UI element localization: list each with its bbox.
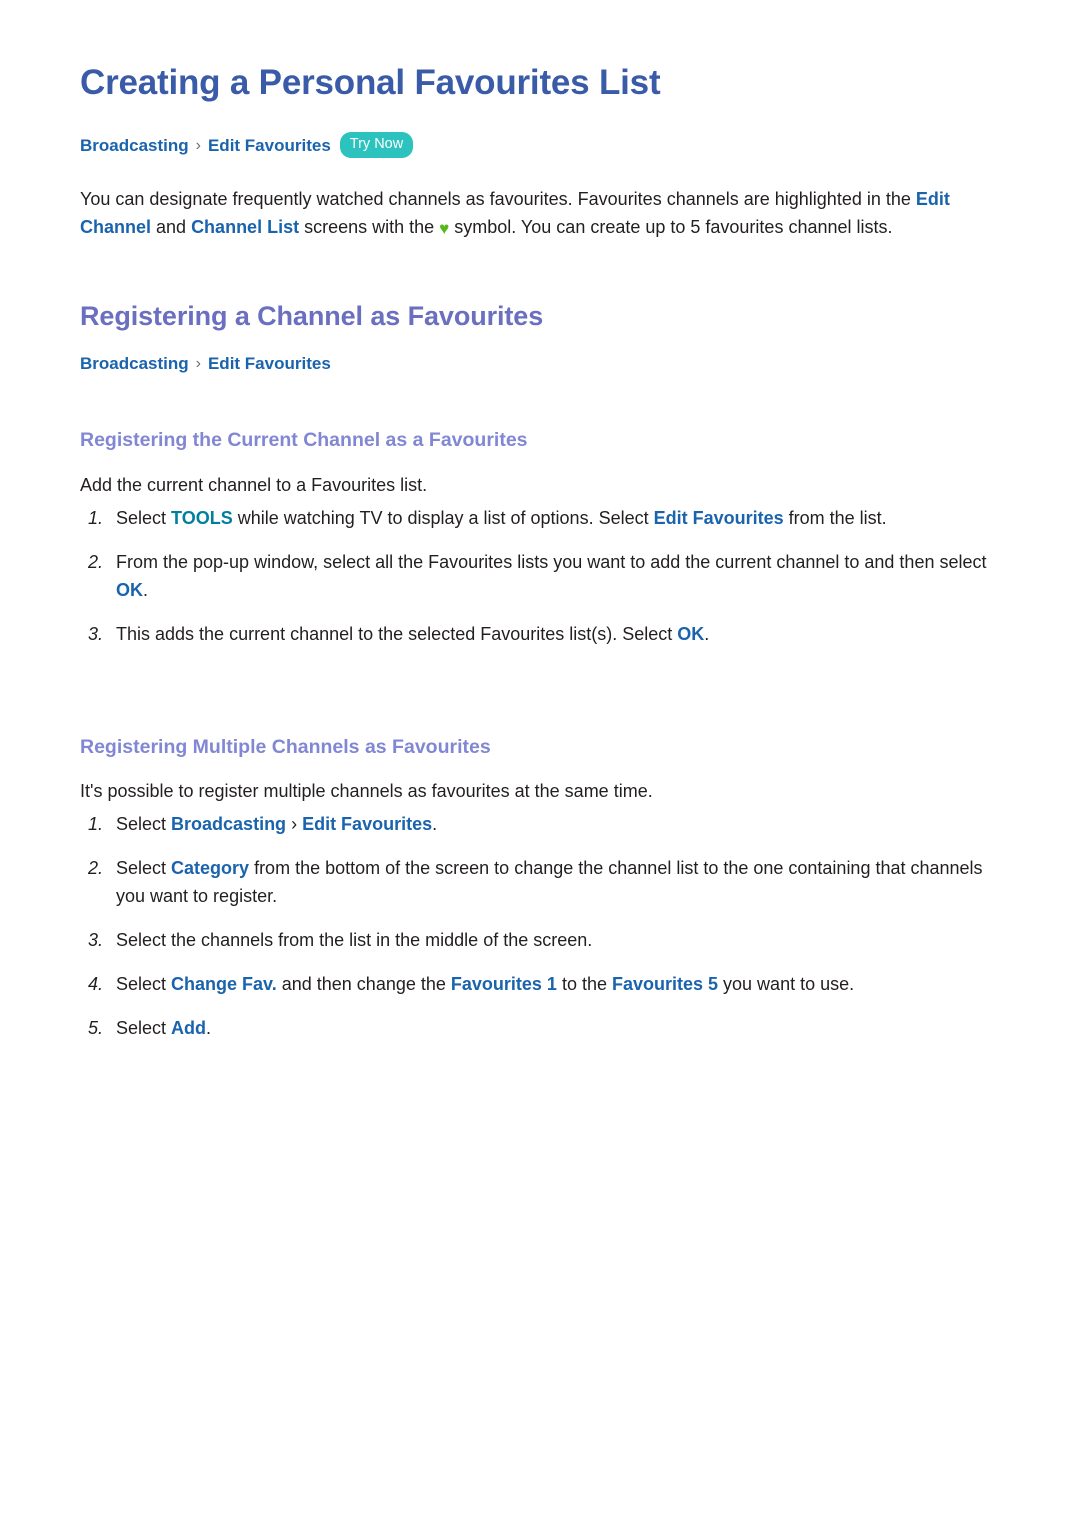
keyword-ok: OK xyxy=(677,623,705,644)
step-text: Select Broadcasting › Edit Favourites. xyxy=(116,811,992,839)
step-text: Select the channels from the list in the… xyxy=(116,927,992,955)
step-text-run: and then change the xyxy=(276,974,451,995)
step-number: 4. xyxy=(88,974,104,995)
step-text-run: › xyxy=(286,814,303,835)
breadcrumb-section: Broadcasting › Edit Favourites xyxy=(80,352,1000,376)
step-text-run: . xyxy=(143,579,149,600)
keyword-change-fav: Change Fav. xyxy=(171,974,277,995)
step-text-run: . xyxy=(432,814,438,835)
step-text-run: Select xyxy=(116,974,172,995)
step-text: Select Change Fav. and then change the F… xyxy=(116,971,992,999)
step-number: 1. xyxy=(88,814,104,835)
breadcrumb-separator-icon-2: › xyxy=(195,355,201,373)
keyword-add: Add xyxy=(171,1017,207,1038)
list-item: 1. Select TOOLS while watching TV to disp… xyxy=(80,505,1000,533)
intro-text-part3: screens with the xyxy=(299,217,440,238)
page-title: Creating a Personal Favourites List xyxy=(80,63,661,102)
step-number: 2. xyxy=(88,858,104,879)
step-text: From the pop-up window, select all the F… xyxy=(116,549,992,605)
intro-text-part4: symbol. You can create up to 5 favourite… xyxy=(449,217,893,238)
list-item: 2. From the pop-up window, select all the… xyxy=(80,549,1000,605)
step-text: Select Add. xyxy=(116,1015,992,1043)
intro-paragraph: You can designate frequently watched cha… xyxy=(80,185,992,242)
section-heading-registering-channel: Registering a Channel as Favourites xyxy=(80,301,544,332)
step-text-run: Select xyxy=(116,814,172,835)
keyword-ok: OK xyxy=(116,579,143,600)
step-text-run: . xyxy=(206,1017,212,1038)
breadcrumb-separator-icon: › xyxy=(195,136,201,154)
step-text-run: from the list. xyxy=(783,508,887,529)
heart-icon: ♥ xyxy=(439,219,450,239)
breadcrumb-item-broadcasting-2[interactable]: Broadcasting xyxy=(80,352,189,376)
step-number: 2. xyxy=(88,551,104,572)
keyword-channel-list: Channel List xyxy=(191,217,300,238)
step-text-run: you want to use. xyxy=(718,974,855,995)
keyword-broadcasting: Broadcasting xyxy=(171,814,287,835)
subsection-heading-current-channel: Registering the Current Channel as a Fav… xyxy=(80,429,528,452)
step-text-run: From the pop-up window, select all the F… xyxy=(116,551,987,572)
list-item: 2. Select Category from the bottom of the… xyxy=(80,855,1000,911)
keyword-favourites-5: Favourites 5 xyxy=(611,974,719,995)
subsection-heading-multiple-channels: Registering Multiple Channels as Favouri… xyxy=(80,735,491,758)
steps-list-multiple-channels: 1. Select Broadcasting › Edit Favourites.… xyxy=(80,811,1000,1042)
try-now-badge[interactable]: Try Now xyxy=(339,132,414,158)
step-text-run: . xyxy=(704,623,710,644)
keyword-edit-favourites: Edit Favourites xyxy=(302,814,433,835)
step-number: 3. xyxy=(88,623,104,644)
list-item: 5. Select Add. xyxy=(80,1015,1000,1043)
keyword-tools: TOOLS xyxy=(171,508,233,529)
keyword-category: Category xyxy=(171,858,250,879)
step-text-run: Select the channels from the list in the… xyxy=(116,930,593,951)
subsection2-intro: It's possible to register multiple chann… xyxy=(80,781,653,802)
breadcrumb-item-edit-favourites[interactable]: Edit Favourites xyxy=(208,134,331,158)
keyword-favourites-1: Favourites 1 xyxy=(450,974,557,995)
step-text-run: Select xyxy=(116,858,172,879)
step-number: 3. xyxy=(88,930,104,951)
intro-text-part1: You can designate frequently watched cha… xyxy=(80,188,916,209)
document-page: Creating a Personal Favourites List Broa… xyxy=(0,0,1080,1527)
step-text: Select TOOLS while watching TV to displa… xyxy=(116,505,992,533)
step-text: This adds the current channel to the sel… xyxy=(116,621,992,649)
breadcrumb-top: Broadcasting › Edit Favourites Try Now xyxy=(80,132,1000,159)
step-text-run: This adds the current channel to the sel… xyxy=(116,623,678,644)
step-text-run: Select xyxy=(116,508,172,529)
step-number: 1. xyxy=(88,508,104,529)
list-item: 1. Select Broadcasting › Edit Favourites. xyxy=(80,811,1000,839)
keyword-edit-favourites: Edit Favourites xyxy=(653,508,784,529)
breadcrumb-item-broadcasting[interactable]: Broadcasting xyxy=(80,134,189,158)
breadcrumb-item-edit-favourites-2[interactable]: Edit Favourites xyxy=(208,352,331,376)
intro-text-part2: and xyxy=(151,217,192,238)
step-text-run: Select xyxy=(116,1017,172,1038)
list-item: 3. This adds the current channel to the s… xyxy=(80,621,1000,649)
list-item: 3. Select the channels from the list in t… xyxy=(80,927,1000,955)
steps-list-current-channel: 1. Select TOOLS while watching TV to disp… xyxy=(80,505,1000,649)
list-item: 4. Select Change Fav. and then change the… xyxy=(80,971,1000,999)
step-text-run: while watching TV to display a list of o… xyxy=(232,508,654,529)
step-number: 5. xyxy=(88,1017,104,1038)
step-text: Select Category from the bottom of the s… xyxy=(116,855,992,911)
step-text-run: to the xyxy=(556,974,612,995)
subsection1-intro: Add the current channel to a Favourites … xyxy=(80,474,428,495)
